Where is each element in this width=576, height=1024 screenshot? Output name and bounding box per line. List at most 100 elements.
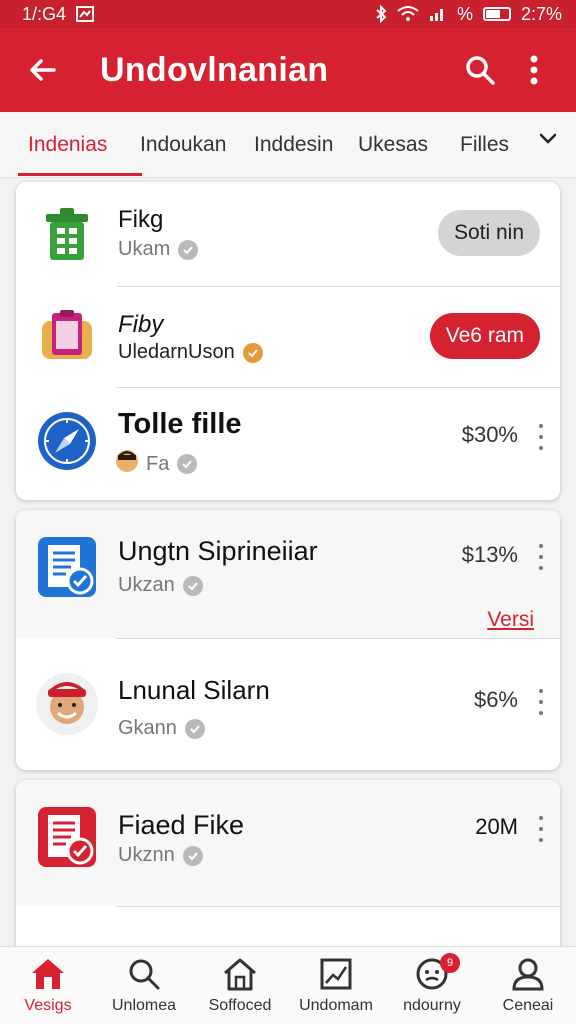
nav-item-profile[interactable]: Cenеai [480, 947, 576, 1024]
page-title: Undovlnanian [100, 50, 329, 89]
nav-label: Vesigs [24, 997, 72, 1014]
bluetooth-icon [375, 5, 387, 23]
list-item[interactable]: Lnunal Silarn Gkann $6% [16, 639, 560, 770]
more-options-button[interactable] [510, 46, 558, 94]
bottom-navigation: Vesigs Unlomea Soffoced Undomam 9 ndourn… [0, 946, 576, 1024]
search-icon [466, 56, 495, 85]
item-percent: 20M [475, 814, 518, 839]
item-percent: $6% [473, 687, 518, 712]
tab-label: Indenias [28, 132, 108, 156]
verified-check-icon [184, 718, 205, 739]
tab-label: Filles [460, 132, 510, 156]
battery-percent: % [456, 3, 473, 24]
back-button[interactable] [18, 46, 66, 94]
item-subtitle: Ukzan [118, 574, 203, 597]
search-icon [129, 959, 160, 990]
home-icon [32, 959, 64, 989]
item-subtitle: Gkann [118, 717, 205, 740]
tab-indoukan[interactable]: Indoukan [140, 112, 254, 178]
item-subtitle: Ukam [118, 238, 199, 261]
list-item[interactable]: Ungtn Siprineiiar Ukzan $13% Versi [16, 510, 560, 638]
nav-item-home[interactable]: Vesigs [0, 947, 96, 1024]
item-subtitle-text: Ukam [118, 238, 171, 260]
status-time: 1/:G4 [22, 3, 67, 24]
nav-item-search[interactable]: Unlomea [96, 947, 192, 1024]
file-card: Ungtn Siprineiiar Ukzan $13% Versi Lnuna… [16, 510, 560, 770]
version-link[interactable]: Versi [487, 608, 534, 632]
tab-filles[interactable]: Filles [460, 112, 509, 178]
verified-check-icon [242, 342, 263, 363]
house-outline-icon [224, 958, 256, 991]
signal-icon [429, 6, 447, 22]
item-more-button[interactable] [536, 424, 546, 450]
tab-inddesin[interactable]: Inddesin [254, 112, 358, 178]
item-percent: $30% [461, 422, 518, 447]
item-subtitle: UledarnUson [118, 341, 263, 364]
verified-check-icon [182, 575, 203, 596]
nav-label: ndourny [403, 997, 461, 1014]
battery-icon [482, 7, 511, 21]
file-card: Fikg Ukam Soti nin Fiby UledarnUson Ve6 … [16, 182, 560, 500]
item-title: Fikg [118, 206, 164, 233]
item-title: Lnunal Silarn [118, 675, 270, 705]
trash-bin-icon [36, 202, 98, 264]
item-more-button[interactable] [536, 689, 546, 715]
action-button[interactable]: Ve6 ram [429, 313, 540, 359]
wifi-icon [397, 6, 419, 22]
item-title: Fiaed Fike [118, 810, 245, 840]
notification-icon [76, 6, 95, 22]
tab-label: Indoukan [140, 132, 227, 156]
item-subtitle-text: Ukzan [118, 574, 175, 596]
list-item[interactable]: Fiaed Fike Ukznn 20M [16, 780, 560, 906]
document-check-icon [36, 806, 98, 868]
item-subtitle-text: Gkann [118, 717, 177, 739]
verified-check-icon [182, 845, 203, 866]
verified-check-icon [178, 239, 199, 260]
item-subtitle-text: Fa [146, 452, 170, 475]
item-percent: $13% [461, 542, 518, 567]
action-button[interactable]: Soti nin [437, 210, 540, 256]
app-bar: Undovlnanian [0, 28, 576, 112]
kebab-menu-icon [530, 55, 538, 85]
item-title: Ungtn Siprineiiar [118, 536, 318, 566]
avatar [36, 673, 98, 735]
status-clock: 2:7% [520, 3, 562, 24]
item-title: Fiby [118, 311, 164, 338]
verified-check-icon [177, 454, 198, 474]
tab-ukesas[interactable]: Ukesas [358, 112, 460, 178]
nav-label: Unlomea [111, 997, 177, 1014]
list-item[interactable]: Fikg Ukam Soti nin [16, 182, 560, 286]
battery-fill [485, 10, 501, 18]
tab-bar: Indenias Indoukan Inddesin Ukesas Filles [0, 112, 576, 178]
chevron-down-icon [539, 133, 557, 144]
nav-label: Soffoced [208, 997, 272, 1014]
avatar [116, 450, 138, 478]
list-item[interactable]: Fiby UledarnUson Ve6 ram [16, 287, 560, 387]
item-subtitle: Ukznn [118, 844, 203, 867]
search-button[interactable] [456, 46, 504, 94]
item-more-button[interactable] [536, 544, 546, 570]
item-subtitle-text: UledarnUson [118, 341, 235, 363]
tabs-expand-button[interactable] [538, 128, 558, 153]
image-icon [320, 958, 352, 990]
nav-item-house[interactable]: Soffoced [192, 947, 288, 1024]
item-subtitle: Fa [116, 450, 198, 478]
nav-label: Cenеai [502, 997, 554, 1014]
back-arrow-icon [30, 59, 56, 81]
document-check-icon [36, 536, 98, 598]
nav-item-face[interactable]: 9 ndourny [384, 947, 480, 1024]
nav-item-image[interactable]: Undomam [288, 947, 384, 1024]
nav-label: Undomam [299, 997, 373, 1014]
status-bar: 1/:G4 % 2:7% [0, 0, 576, 28]
tab-label: Ukesas [358, 132, 429, 156]
tab-indenias[interactable]: Indenias [18, 112, 142, 178]
person-icon [512, 958, 544, 991]
item-subtitle-text: Ukznn [118, 844, 175, 866]
clipboard-icon [36, 305, 98, 367]
compass-icon [36, 410, 98, 472]
tab-label: Inddesin [254, 132, 334, 156]
item-more-button[interactable] [536, 816, 546, 842]
list-item[interactable]: Tolle fille Fa $30% [16, 388, 560, 500]
item-title: Tolle fille [118, 408, 242, 440]
notification-badge: 9 [440, 953, 460, 973]
